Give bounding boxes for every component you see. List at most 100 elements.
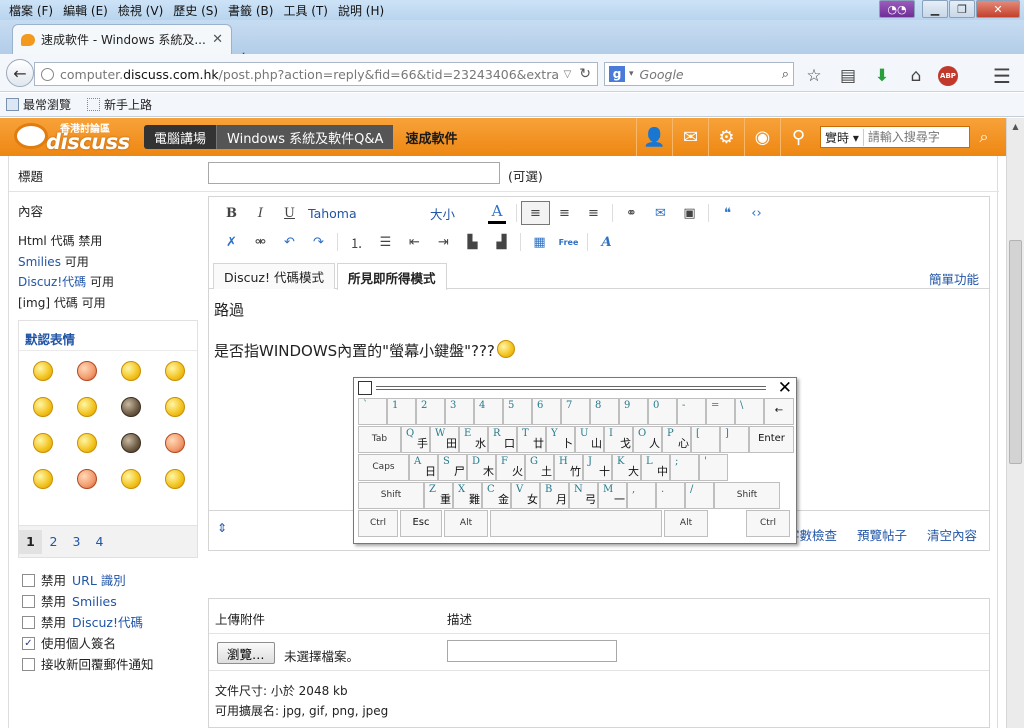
key-left-alt[interactable]: Alt bbox=[444, 510, 488, 537]
insert-email-icon[interactable]: ✉ bbox=[646, 201, 675, 225]
key[interactable]: D木 bbox=[467, 454, 496, 481]
key[interactable]: / bbox=[685, 482, 714, 509]
smiley-cell[interactable] bbox=[153, 353, 197, 389]
smiley-cell[interactable] bbox=[153, 425, 197, 461]
key-right-ctrl[interactable]: Ctrl bbox=[746, 510, 790, 537]
browser-search-input[interactable] bbox=[639, 66, 770, 82]
browser-search-box[interactable]: g ▾ ⌕ bbox=[604, 62, 794, 86]
breadcrumb-current[interactable]: 速成軟件 bbox=[393, 125, 469, 149]
smiley-cell[interactable] bbox=[109, 461, 153, 497]
smiley-cell[interactable] bbox=[21, 461, 65, 497]
option-row[interactable]: 禁用 Smilies bbox=[22, 591, 154, 612]
hamburger-menu-icon[interactable]: ☰ bbox=[990, 64, 1014, 88]
close-tab-icon[interactable]: ✕ bbox=[212, 32, 223, 47]
key[interactable]: I戈 bbox=[604, 426, 633, 453]
bookmark-getting-started[interactable]: 新手上路 bbox=[87, 96, 152, 113]
browser-tab[interactable]: 速成軟件 - Windows 系統及... ✕ bbox=[12, 24, 232, 54]
key[interactable]: 6 bbox=[532, 398, 561, 425]
float-right-icon[interactable]: ▟ bbox=[487, 230, 516, 254]
unordered-list-icon[interactable]: ☰ bbox=[371, 230, 400, 254]
key[interactable]: L中 bbox=[641, 454, 670, 481]
key[interactable]: T廿 bbox=[517, 426, 546, 453]
align-right-button[interactable]: ≡ bbox=[579, 201, 608, 225]
menu-item[interactable]: 書籤 (B) bbox=[223, 2, 278, 19]
code-name[interactable]: Smilies bbox=[18, 255, 61, 269]
undo-icon[interactable]: ↶ bbox=[275, 230, 304, 254]
smiley-cell[interactable] bbox=[21, 425, 65, 461]
key[interactable]: F火 bbox=[496, 454, 525, 481]
mail-icon[interactable]: ✉ bbox=[672, 118, 708, 156]
smiley-cell[interactable] bbox=[109, 389, 153, 425]
scroll-up-icon[interactable]: ▲ bbox=[1007, 118, 1024, 135]
smiley-cell[interactable] bbox=[65, 461, 109, 497]
user-avatar-icon[interactable]: 👤 bbox=[636, 118, 672, 156]
clear-content-link[interactable]: 清空內容 bbox=[927, 525, 977, 544]
home-icon[interactable]: ⌂ bbox=[904, 66, 928, 86]
bookmark-star-icon[interactable]: ☆ bbox=[802, 66, 826, 86]
bookmarks-list-icon[interactable]: ▤ bbox=[836, 66, 860, 86]
underline-button[interactable]: U bbox=[275, 201, 304, 225]
key[interactable]: Q手 bbox=[401, 426, 430, 453]
key[interactable]: \ bbox=[735, 398, 764, 425]
key[interactable]: 9 bbox=[619, 398, 648, 425]
key[interactable]: O人 bbox=[633, 426, 662, 453]
float-left-icon[interactable]: ▙ bbox=[458, 230, 487, 254]
key[interactable]: A日 bbox=[409, 454, 438, 481]
key[interactable]: ] bbox=[720, 426, 749, 453]
site-search-icon[interactable]: ⌕ bbox=[972, 126, 996, 148]
back-button[interactable]: ← bbox=[6, 59, 34, 87]
bold-button[interactable]: B bbox=[217, 201, 246, 225]
key[interactable]: , bbox=[627, 482, 656, 509]
key[interactable]: X難 bbox=[453, 482, 482, 509]
text-color-button[interactable]: A bbox=[482, 201, 512, 225]
key[interactable]: [ bbox=[691, 426, 720, 453]
key-left-ctrl[interactable]: Ctrl bbox=[358, 510, 398, 537]
key[interactable]: B月 bbox=[540, 482, 569, 509]
google-icon[interactable]: g bbox=[609, 66, 625, 82]
key[interactable]: U山 bbox=[575, 426, 604, 453]
simple-features-link[interactable]: 簡單功能 bbox=[929, 269, 979, 288]
option-link[interactable]: Discuz!代碼 bbox=[72, 612, 143, 633]
key[interactable]: E水 bbox=[459, 426, 488, 453]
download-icon[interactable]: ⬇ bbox=[870, 66, 894, 86]
remove-format-icon[interactable]: ✗ bbox=[217, 230, 246, 254]
reload-icon[interactable]: ↻ bbox=[579, 66, 591, 82]
close-window-button[interactable]: ✕ bbox=[976, 0, 1020, 18]
keyboard-title-bar[interactable] bbox=[376, 386, 766, 390]
scrollbar-thumb[interactable] bbox=[1009, 240, 1022, 464]
menu-item[interactable]: 檔案 (F) bbox=[4, 2, 58, 19]
smiley-cell[interactable] bbox=[21, 389, 65, 425]
option-checkbox[interactable] bbox=[22, 616, 35, 629]
key-right-shift[interactable]: Shift bbox=[714, 482, 780, 509]
key[interactable]: 7 bbox=[561, 398, 590, 425]
key[interactable]: ' bbox=[699, 454, 728, 481]
smiley-cell[interactable] bbox=[65, 425, 109, 461]
smiley-cell[interactable] bbox=[65, 353, 109, 389]
key-caps[interactable]: Caps bbox=[358, 454, 409, 481]
tab-wysiwyg-mode[interactable]: 所見即所得模式 bbox=[337, 263, 447, 290]
key[interactable]: J十 bbox=[583, 454, 612, 481]
key[interactable]: . bbox=[656, 482, 685, 509]
private-mask-icon[interactable]: ◔◔ bbox=[879, 0, 915, 18]
key[interactable]: Z重 bbox=[424, 482, 453, 509]
outdent-icon[interactable]: ⇤ bbox=[400, 230, 429, 254]
key[interactable]: P心 bbox=[662, 426, 691, 453]
key-space[interactable] bbox=[490, 510, 662, 537]
url-text[interactable]: computer.discuss.com.hk/post.php?action=… bbox=[60, 67, 558, 82]
menu-item[interactable]: 說明 (H) bbox=[333, 2, 389, 19]
key[interactable]: 5 bbox=[503, 398, 532, 425]
preview-post-link[interactable]: 預覽帖子 bbox=[857, 525, 907, 544]
option-row[interactable]: ✓ 使用個人簽名 bbox=[22, 633, 154, 654]
key[interactable]: 4 bbox=[474, 398, 503, 425]
redo-icon[interactable]: ↷ bbox=[304, 230, 333, 254]
smiley-cell[interactable] bbox=[153, 389, 197, 425]
key[interactable]: Y卜 bbox=[546, 426, 575, 453]
ordered-list-icon[interactable]: ⒈ bbox=[342, 230, 371, 254]
key[interactable]: ` bbox=[358, 398, 387, 425]
option-checkbox[interactable] bbox=[22, 595, 35, 608]
key[interactable]: V女 bbox=[511, 482, 540, 509]
resize-editor-icon[interactable]: ⇕ bbox=[217, 521, 227, 535]
code-name[interactable]: Discuz!代碼 bbox=[18, 275, 86, 289]
option-row[interactable]: 接收新回覆郵件通知 bbox=[22, 654, 154, 675]
smilies-page-4[interactable]: 4 bbox=[88, 534, 111, 549]
